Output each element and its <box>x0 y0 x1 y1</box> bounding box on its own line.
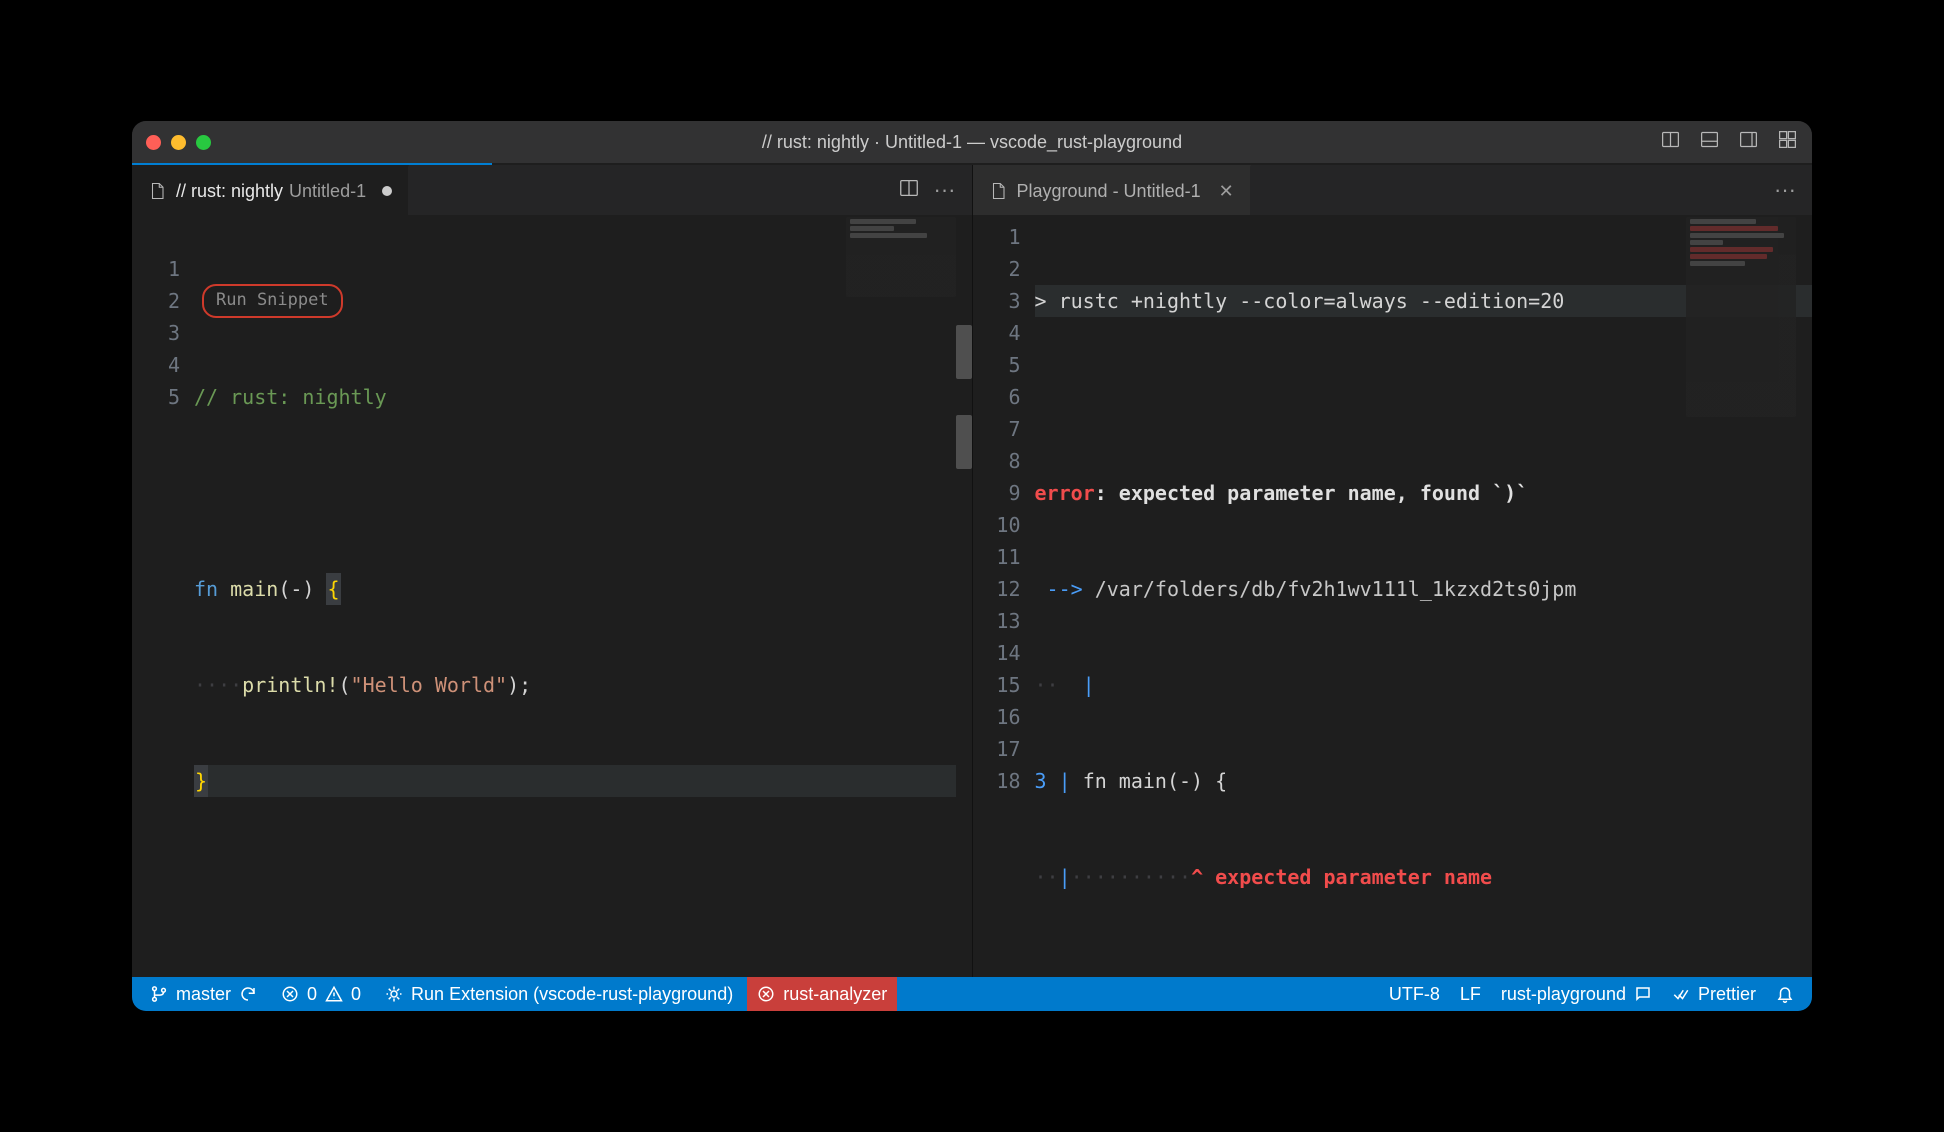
run-snippet-codelens[interactable]: Run Snippet <box>202 284 343 317</box>
right-tab-bar: Playground - Untitled-1 ✕ ··· <box>973 165 1813 215</box>
error-icon <box>757 985 775 1003</box>
close-window-button[interactable] <box>146 135 161 150</box>
error-icon <box>281 985 299 1003</box>
toggle-panel-icon[interactable] <box>1699 129 1720 155</box>
tab-rust-nightly[interactable]: // rust: nightly Untitled-1 <box>132 165 409 215</box>
file-icon <box>989 180 1007 202</box>
window-controls <box>146 135 211 150</box>
vscode-window: // rust: nightly · Untitled-1 — vscode_r… <box>132 121 1812 1011</box>
check-all-icon <box>1672 985 1690 1003</box>
scroll-thumb[interactable] <box>956 415 972 469</box>
bell-icon <box>1776 985 1794 1003</box>
left-code[interactable]: Run Snippet // rust: nightly fn main(-) … <box>194 215 972 977</box>
zoom-window-button[interactable] <box>196 135 211 150</box>
status-prettier[interactable]: Prettier <box>1662 977 1766 1011</box>
git-branch-icon <box>150 985 168 1003</box>
feedback-icon[interactable] <box>1634 985 1652 1003</box>
tab-label: // rust: nightly <box>176 181 283 202</box>
window-title: // rust: nightly · Untitled-1 — vscode_r… <box>132 132 1812 153</box>
right-editor[interactable]: 1 2 3 4 5 6 7 8 9 10 11 12 13 14 15 16 1 <box>973 215 1813 977</box>
dirty-indicator-icon <box>382 186 392 196</box>
toggle-sidebar-icon[interactable] <box>1738 129 1759 155</box>
close-tab-icon[interactable]: ✕ <box>1219 181 1234 202</box>
left-editor[interactable]: 1 2 3 4 5 Run Snippet // rust: nightly f… <box>132 215 972 977</box>
tab-sub-label: Untitled-1 <box>289 181 366 202</box>
scrollbar[interactable] <box>956 215 972 977</box>
status-bar: master 0 0 Run Extension (vscode-rust-pl… <box>132 977 1812 1011</box>
right-tab-actions: ··· <box>1758 165 1812 215</box>
split-editor-icon[interactable] <box>898 177 920 204</box>
left-editor-pane: // rust: nightly Untitled-1 ··· 1 2 3 4 … <box>132 165 972 977</box>
more-actions-icon[interactable]: ··· <box>1774 177 1796 203</box>
titlebar-actions <box>1660 129 1798 155</box>
right-editor-pane: Playground - Untitled-1 ✕ ··· 1 2 3 4 5 … <box>972 165 1813 977</box>
minimap[interactable] <box>1686 217 1796 417</box>
tab-label: Playground - Untitled-1 <box>1017 181 1201 202</box>
file-icon <box>148 180 166 202</box>
status-language-mode[interactable]: rust-playground <box>1491 977 1662 1011</box>
minimize-window-button[interactable] <box>171 135 186 150</box>
warning-icon <box>325 985 343 1003</box>
status-git-branch[interactable]: master <box>140 977 267 1011</box>
status-encoding[interactable]: UTF-8 <box>1379 977 1450 1011</box>
status-notifications[interactable] <box>1766 977 1804 1011</box>
status-eol[interactable]: LF <box>1450 977 1491 1011</box>
tab-playground-output[interactable]: Playground - Untitled-1 ✕ <box>973 165 1251 215</box>
minimap[interactable] <box>846 217 956 297</box>
customize-layout-icon[interactable] <box>1777 129 1798 155</box>
status-rust-analyzer[interactable]: rust-analyzer <box>747 977 897 1011</box>
status-run-extension[interactable]: Run Extension (vscode-rust-playground) <box>375 977 743 1011</box>
status-right-group: UTF-8 LF rust-playground Prettier <box>1379 977 1804 1011</box>
more-actions-icon[interactable]: ··· <box>934 177 956 203</box>
right-gutter: 1 2 3 4 5 6 7 8 9 10 11 12 13 14 15 16 1 <box>973 215 1035 977</box>
left-tab-actions: ··· <box>882 165 972 215</box>
status-problems[interactable]: 0 0 <box>271 977 371 1011</box>
split-editor-icon[interactable] <box>1660 129 1681 155</box>
left-gutter: 1 2 3 4 5 <box>132 215 194 977</box>
editor-split: // rust: nightly Untitled-1 ··· 1 2 3 4 … <box>132 165 1812 977</box>
scroll-thumb[interactable] <box>956 325 972 379</box>
left-tab-bar: // rust: nightly Untitled-1 ··· <box>132 165 972 215</box>
titlebar: // rust: nightly · Untitled-1 — vscode_r… <box>132 121 1812 163</box>
debug-icon <box>385 985 403 1003</box>
sync-icon[interactable] <box>239 985 257 1003</box>
